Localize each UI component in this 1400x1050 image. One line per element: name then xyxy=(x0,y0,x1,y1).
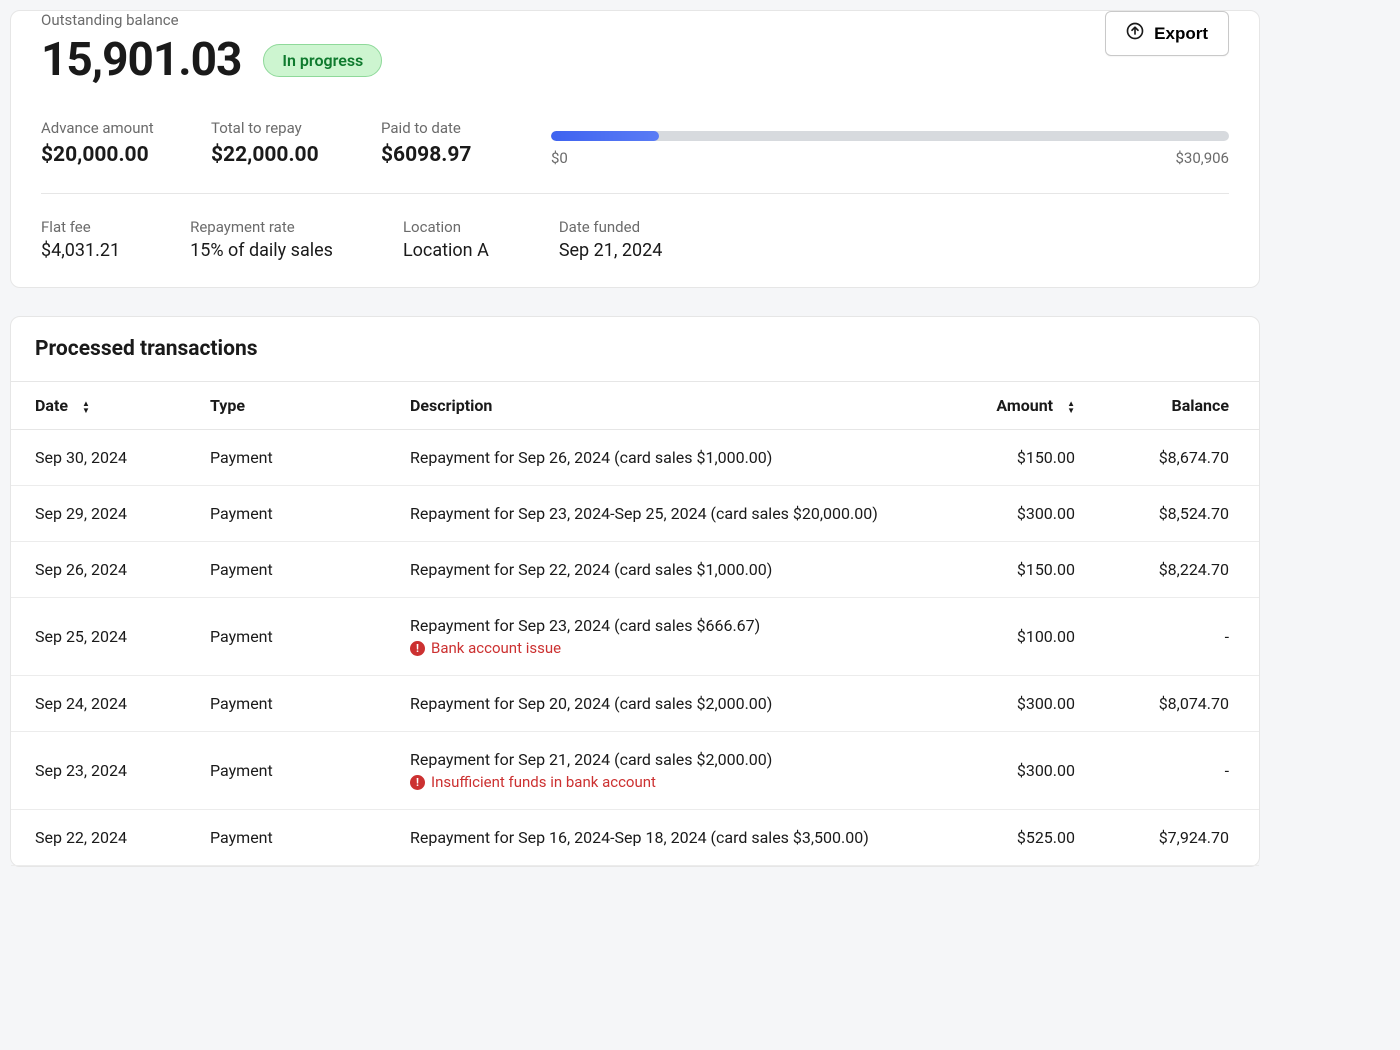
cell-date: Sep 25, 2024 xyxy=(11,598,186,676)
col-header-balance[interactable]: Balance xyxy=(1099,382,1259,430)
cell-amount: $150.00 xyxy=(959,430,1099,486)
progress-bar xyxy=(551,131,1229,141)
table-row[interactable]: Sep 26, 2024PaymentRepayment for Sep 22,… xyxy=(11,542,1259,598)
total-to-repay-value: $22,000.00 xyxy=(211,143,341,167)
cell-amount: $300.00 xyxy=(959,486,1099,542)
cell-type: Payment xyxy=(186,732,386,810)
progress-max-label: $30,906 xyxy=(1175,149,1229,167)
transactions-table: Date ▲▼ Type Description Amount ▲▼ Balan… xyxy=(11,381,1259,866)
cell-date: Sep 30, 2024 xyxy=(11,430,186,486)
cell-date: Sep 26, 2024 xyxy=(11,542,186,598)
status-badge: In progress xyxy=(263,44,382,77)
transactions-title: Processed transactions xyxy=(11,317,1259,381)
error-message: !Insufficient funds in bank account xyxy=(410,773,935,791)
cell-type: Payment xyxy=(186,810,386,866)
cell-balance: $8,674.70 xyxy=(1099,430,1259,486)
advance-amount-label: Advance amount xyxy=(41,119,171,137)
paid-to-date-value: $6098.97 xyxy=(381,143,511,167)
cell-amount: $100.00 xyxy=(959,598,1099,676)
cell-date: Sep 23, 2024 xyxy=(11,732,186,810)
cell-balance: - xyxy=(1099,732,1259,810)
table-row[interactable]: Sep 23, 2024PaymentRepayment for Sep 21,… xyxy=(11,732,1259,810)
outstanding-balance-value: 15,901.03 xyxy=(41,33,241,87)
progress-min-label: $0 xyxy=(551,149,568,167)
export-button-label: Export xyxy=(1154,24,1208,44)
repayment-rate-label: Repayment rate xyxy=(190,218,333,236)
export-button[interactable]: Export xyxy=(1105,11,1229,56)
flat-fee-value: $4,031.21 xyxy=(41,240,120,261)
col-header-date[interactable]: Date ▲▼ xyxy=(11,382,186,430)
cell-type: Payment xyxy=(186,430,386,486)
alert-icon: ! xyxy=(410,775,425,790)
paid-to-date-label: Paid to date xyxy=(381,119,511,137)
cell-date: Sep 22, 2024 xyxy=(11,810,186,866)
table-row[interactable]: Sep 30, 2024PaymentRepayment for Sep 26,… xyxy=(11,430,1259,486)
location-label: Location xyxy=(403,218,489,236)
cell-date: Sep 24, 2024 xyxy=(11,676,186,732)
cell-balance: $7,924.70 xyxy=(1099,810,1259,866)
cell-type: Payment xyxy=(186,542,386,598)
cell-balance: - xyxy=(1099,598,1259,676)
cell-description: Repayment for Sep 26, 2024 (card sales $… xyxy=(386,430,959,486)
cell-type: Payment xyxy=(186,598,386,676)
cell-description: Repayment for Sep 21, 2024 (card sales $… xyxy=(386,732,959,810)
cell-balance: $8,074.70 xyxy=(1099,676,1259,732)
cell-date: Sep 29, 2024 xyxy=(11,486,186,542)
cell-balance: $8,224.70 xyxy=(1099,542,1259,598)
advance-amount-value: $20,000.00 xyxy=(41,143,171,167)
cell-type: Payment xyxy=(186,676,386,732)
table-row[interactable]: Sep 25, 2024PaymentRepayment for Sep 23,… xyxy=(11,598,1259,676)
progress-bar-fill xyxy=(551,131,659,141)
cell-amount: $300.00 xyxy=(959,732,1099,810)
cell-description: Repayment for Sep 20, 2024 (card sales $… xyxy=(386,676,959,732)
location-value: Location A xyxy=(403,240,489,261)
table-row[interactable]: Sep 24, 2024PaymentRepayment for Sep 20,… xyxy=(11,676,1259,732)
date-funded-label: Date funded xyxy=(559,218,663,236)
col-header-description[interactable]: Description xyxy=(386,382,959,430)
repayment-rate-value: 15% of daily sales xyxy=(190,240,333,261)
table-row[interactable]: Sep 29, 2024PaymentRepayment for Sep 23,… xyxy=(11,486,1259,542)
error-message: !Bank account issue xyxy=(410,639,935,657)
table-row[interactable]: Sep 22, 2024PaymentRepayment for Sep 16,… xyxy=(11,810,1259,866)
sort-icon: ▲▼ xyxy=(82,400,90,414)
col-header-type[interactable]: Type xyxy=(186,382,386,430)
date-funded-value: Sep 21, 2024 xyxy=(559,240,663,261)
sort-icon: ▲▼ xyxy=(1067,400,1075,414)
outstanding-balance-label: Outstanding balance xyxy=(41,11,382,29)
cell-type: Payment xyxy=(186,486,386,542)
cell-description: Repayment for Sep 23, 2024 (card sales $… xyxy=(386,598,959,676)
cell-balance: $8,524.70 xyxy=(1099,486,1259,542)
cell-description: Repayment for Sep 16, 2024-Sep 18, 2024 … xyxy=(386,810,959,866)
cell-description: Repayment for Sep 22, 2024 (card sales $… xyxy=(386,542,959,598)
col-header-amount[interactable]: Amount ▲▼ xyxy=(959,382,1099,430)
flat-fee-label: Flat fee xyxy=(41,218,120,236)
cell-amount: $525.00 xyxy=(959,810,1099,866)
cell-amount: $300.00 xyxy=(959,676,1099,732)
cell-description: Repayment for Sep 23, 2024-Sep 25, 2024 … xyxy=(386,486,959,542)
total-to-repay-label: Total to repay xyxy=(211,119,341,137)
cell-amount: $150.00 xyxy=(959,542,1099,598)
upload-icon xyxy=(1126,22,1144,45)
alert-icon: ! xyxy=(410,641,425,656)
